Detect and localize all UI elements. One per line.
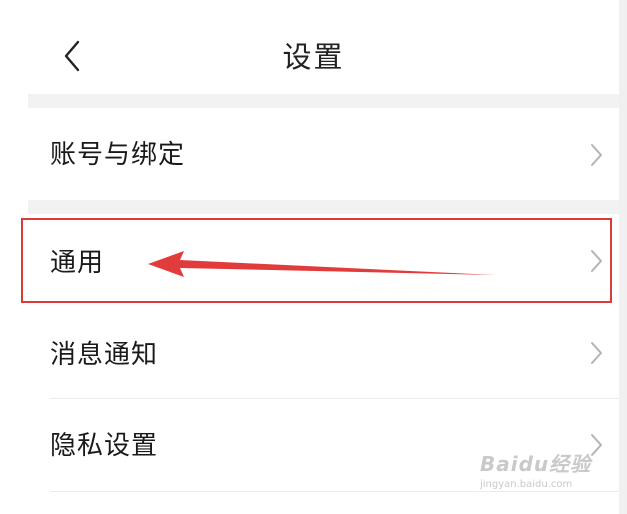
page-title: 设置 [282,40,345,74]
chevron-right-icon [591,250,602,272]
chevron-right-icon [591,342,602,364]
settings-item-notifications[interactable]: 消息通知 [28,306,620,398]
nav-header: 设置 [0,0,627,100]
settings-item-label: 消息通知 [50,340,159,370]
settings-item-account-binding[interactable]: 账号与绑定 [28,108,620,200]
section-gap [28,200,620,214]
settings-item-privacy[interactable]: 隐私设置 [28,399,620,491]
section-gap [28,94,620,108]
divider [50,491,620,492]
chevron-right-icon [591,434,602,456]
settings-item-label: 通用 [50,248,105,278]
chevron-right-icon [591,144,602,166]
settings-item-label: 隐私设置 [50,431,159,461]
settings-item-label: 账号与绑定 [50,140,186,170]
settings-item-general[interactable]: 通用 [28,214,620,306]
screen-edge [619,0,627,514]
